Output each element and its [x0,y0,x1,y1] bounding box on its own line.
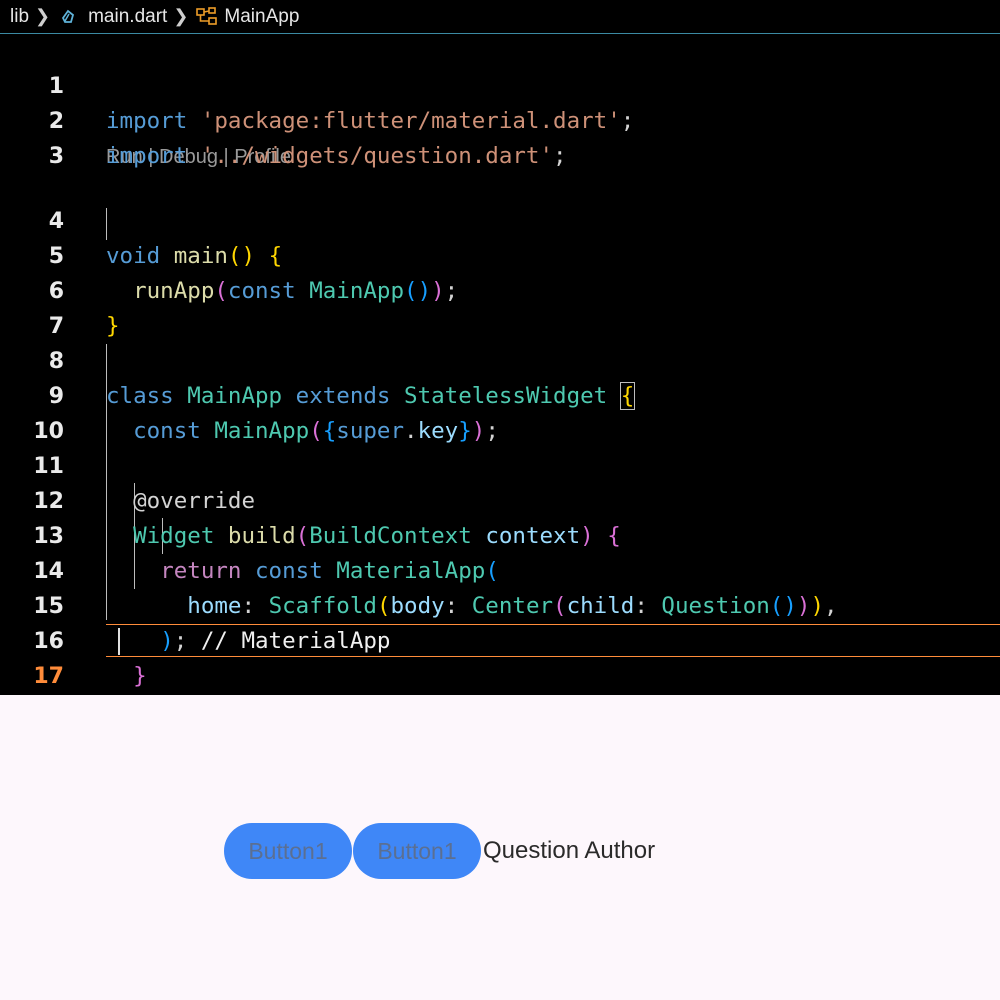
dart-icon [60,9,76,25]
code-line[interactable]: 3 [0,104,1000,169]
code-line-active[interactable]: 17 } [0,624,1000,689]
code-editor[interactable]: lib ❯ main.dart ❯ MainApp Run | Debug | … [0,0,1000,695]
code-line[interactable]: 2 import '../widgets/question.dart'; [0,69,1000,169]
code-line[interactable]: 15 ); // MaterialApp [0,554,1000,654]
breadcrumb: lib ❯ main.dart ❯ MainApp [0,0,1000,34]
chevron-right-icon: ❯ [35,6,51,26]
code-line[interactable]: 5 runApp(const MainApp()); [0,204,1000,304]
breadcrumb-file[interactable]: main.dart [88,6,167,28]
code-line[interactable]: 11 @override [0,414,1000,514]
button1-second[interactable]: Button1 [353,823,481,879]
breadcrumb-folder[interactable]: lib [10,6,29,28]
code-line[interactable]: 8 class MainApp extends StatelessWidget … [0,309,1000,410]
code-line[interactable]: 4 void main() { [0,169,1000,269]
code-line[interactable]: 16 } [0,589,1000,689]
code-line[interactable]: 13 return const MaterialApp( [0,484,1000,584]
class-icon [196,6,218,27]
chevron-right-icon: ❯ [173,6,189,26]
breadcrumb-symbol[interactable]: MainApp [224,6,299,28]
app-preview: Button1 Button1 Question Author [0,695,1000,1000]
code-line[interactable]: 12 Widget build(BuildContext context) { [0,449,1000,549]
code-line[interactable]: 9 const MainApp({super.key}); [0,344,1000,444]
code-line[interactable]: 18 [0,659,1000,694]
code-line[interactable]: 7 [0,274,1000,339]
code-token: ; [553,143,567,169]
button1[interactable]: Button1 [224,823,352,879]
code-line[interactable]: 1 import 'package:flutter/material.dart'… [0,34,1000,134]
code-line[interactable]: 6 } [0,239,1000,339]
code-line[interactable]: 10 [0,379,1000,444]
question-author-text: Question Author [483,837,656,864]
text-cursor [118,628,120,655]
code-token: '../widgets/question.dart' [200,143,554,169]
code-token: import [106,143,188,169]
code-line[interactable]: 14 home: Scaffold(body: Center(child: Qu… [0,519,1000,619]
